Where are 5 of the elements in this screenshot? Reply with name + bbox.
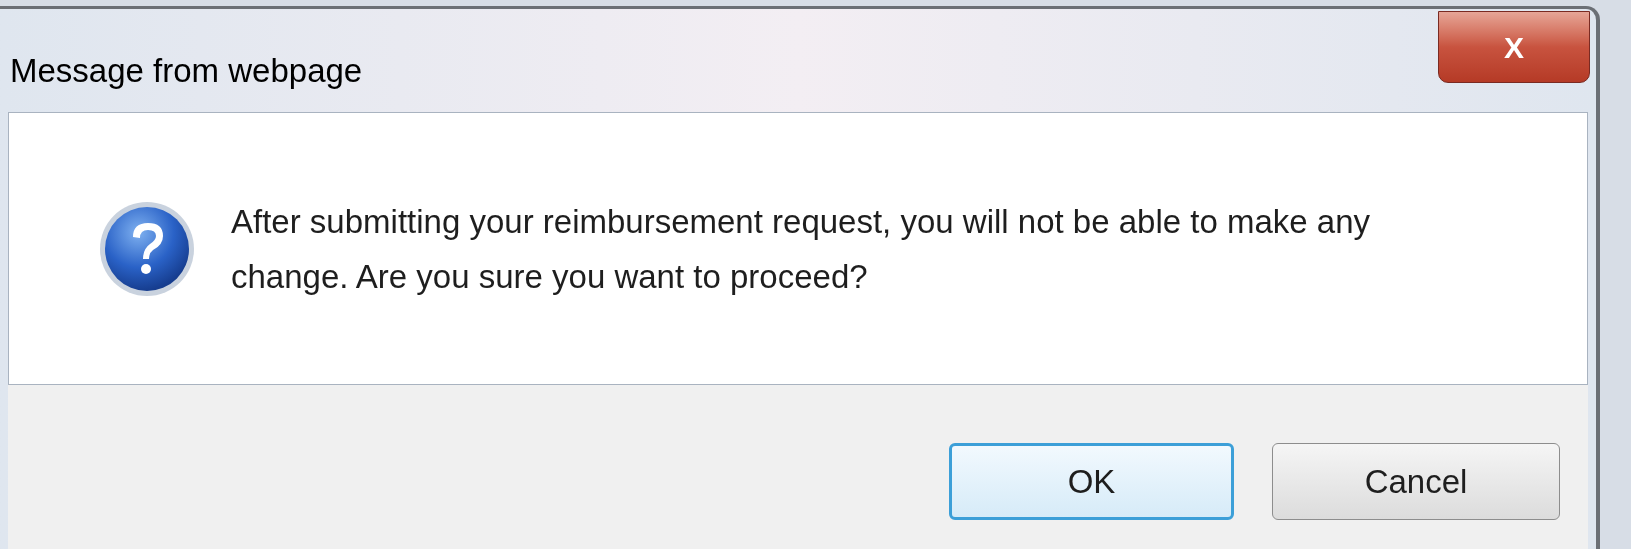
message-text: After submitting your reimbursement request, you will not be able to make any change. Are you sure you want to proceed? — [231, 201, 1372, 297]
window-title: Message from webpage — [10, 50, 363, 91]
dialog-button[interactable]: OK — [949, 443, 1234, 520]
close-button[interactable]: X — [1438, 11, 1590, 83]
dialog-button[interactable]: Cancel — [1272, 443, 1560, 520]
